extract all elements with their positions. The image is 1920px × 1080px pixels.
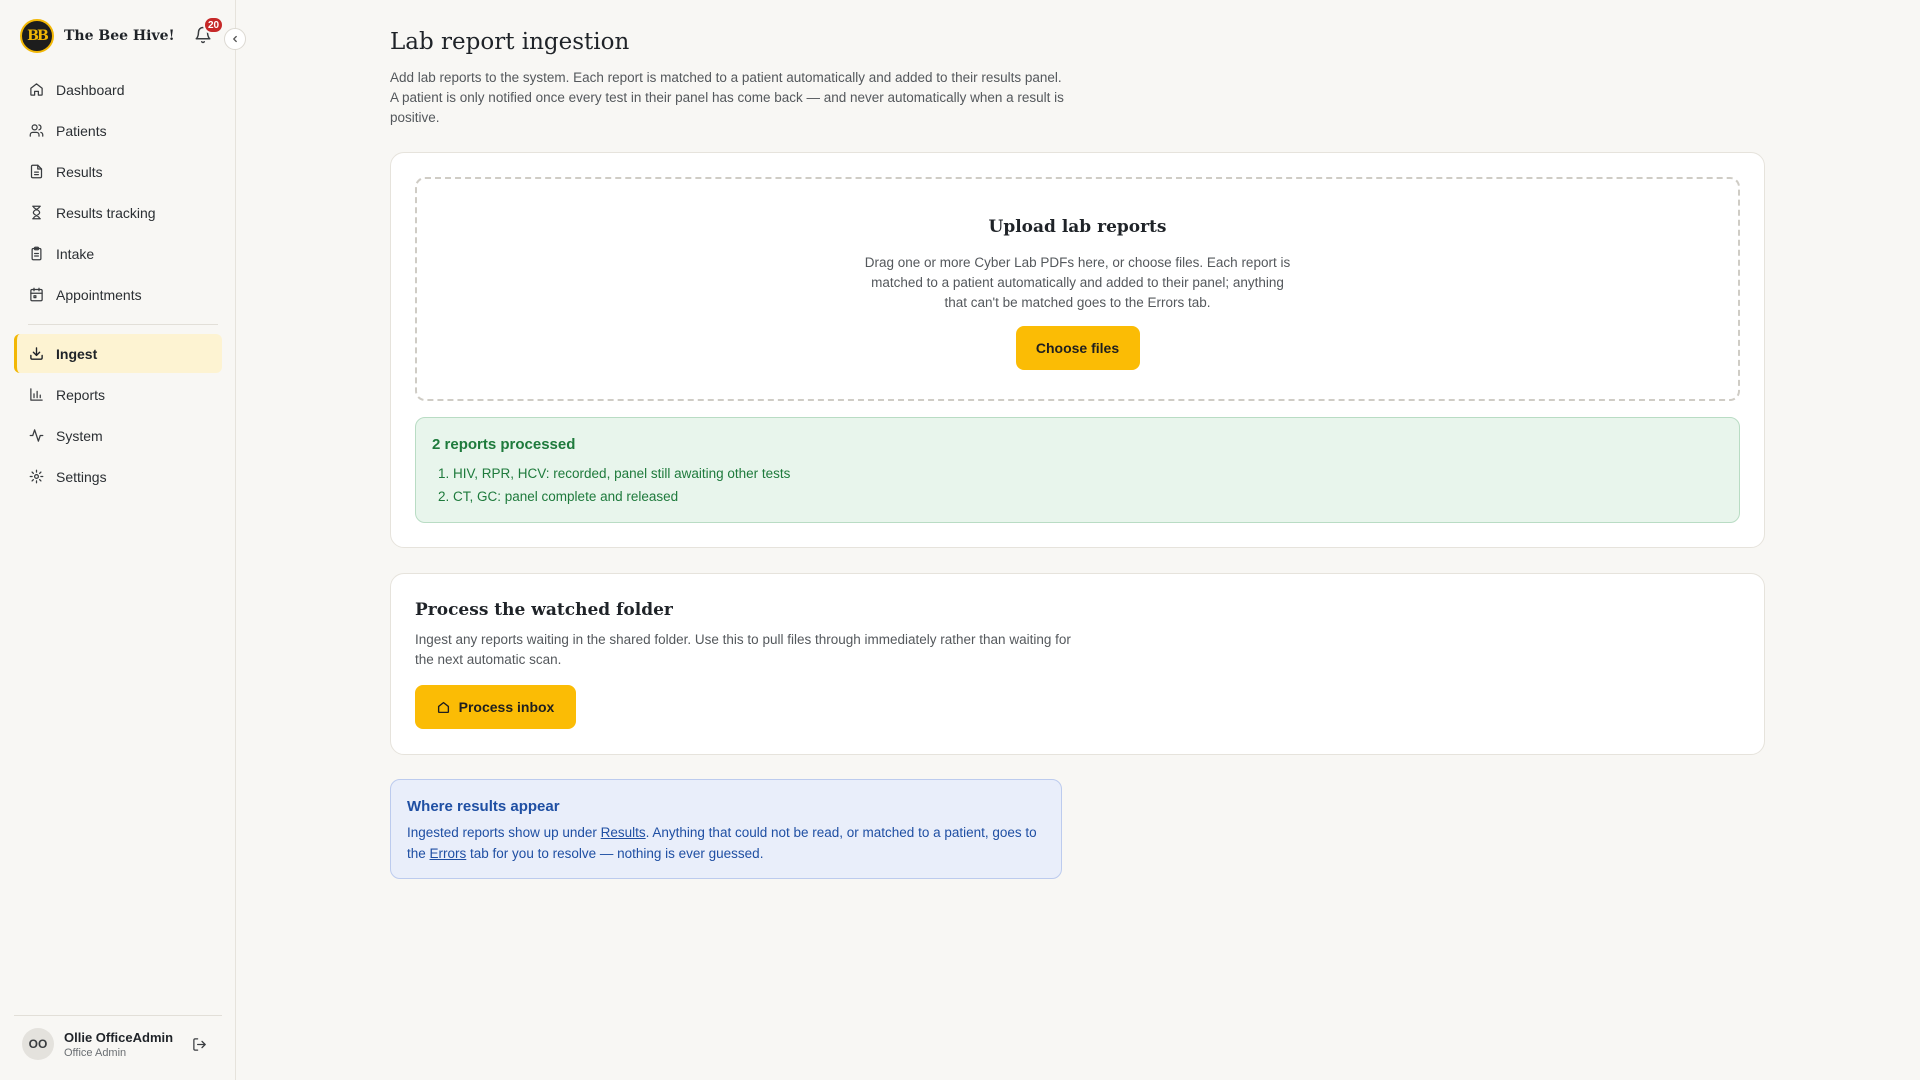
- processed-success-alert: 2 reports processed 1. HIV, RPR, HCV: re…: [415, 417, 1740, 523]
- sidebar-item-reports[interactable]: Reports: [14, 375, 222, 414]
- user-profile: OO Ollie OfficeAdmin Office Admin: [14, 1015, 222, 1060]
- upload-title: Upload lab reports: [988, 217, 1167, 237]
- folder-description: Ingest any reports waiting in the shared…: [415, 632, 1071, 667]
- logout-icon[interactable]: [190, 1035, 208, 1053]
- avatar[interactable]: OO: [22, 1028, 54, 1060]
- sidebar-item-intake[interactable]: Intake: [14, 234, 222, 273]
- sidebar-item-results[interactable]: Results: [14, 152, 222, 191]
- app-name: The Bee Hive!: [64, 28, 175, 44]
- sidebar-item-settings[interactable]: Settings: [14, 457, 222, 496]
- sidebar-item-label: Settings: [56, 468, 107, 485]
- sidebar-item-results-tracking[interactable]: Results tracking: [14, 193, 222, 232]
- users-icon: [28, 123, 44, 139]
- bar-chart-icon: [28, 387, 44, 403]
- sidebar-item-appointments[interactable]: Appointments: [14, 275, 222, 314]
- sidebar-item-patients[interactable]: Patients: [14, 111, 222, 150]
- process-inbox-label: Process inbox: [458, 699, 555, 715]
- page-description: Add lab reports to the system. Each repo…: [390, 70, 1064, 125]
- user-role: Office Admin: [64, 1046, 127, 1059]
- sidebar-item-system[interactable]: System: [14, 416, 222, 455]
- home-icon: [28, 82, 44, 98]
- sidebar-item-label: Appointments: [56, 286, 142, 303]
- sidebar-item-label: System: [56, 427, 103, 444]
- sidebar: BB The Bee Hive! 20 Dashboard Patients R…: [0, 0, 246, 1080]
- processed-title: 2 reports processed: [432, 436, 576, 453]
- upload-instructions: Drag one or more Cyber Lab PDFs here, or…: [864, 255, 1291, 310]
- file-dropzone[interactable]: Upload lab reports Drag one or more Cybe…: [415, 177, 1740, 401]
- folder-title: Process the watched folder: [415, 600, 673, 620]
- hourglass-icon: [28, 205, 44, 221]
- upload-card: Upload lab reports Drag one or more Cybe…: [390, 152, 1765, 548]
- notification-count-badge: 20: [203, 16, 225, 34]
- download-icon: [28, 346, 44, 362]
- file-icon: [28, 164, 44, 180]
- results-link[interactable]: Results: [601, 825, 646, 840]
- list-item: 1. HIV, RPR, HCV: recorded, panel still …: [438, 466, 791, 481]
- watched-folder-card: Process the watched folder Ingest any re…: [390, 573, 1765, 755]
- user-info: Ollie OfficeAdmin Office Admin: [64, 1030, 190, 1059]
- gear-icon: [28, 469, 44, 485]
- info-text-part: tab for you to resolve — nothing is ever…: [466, 846, 764, 861]
- nav-divider: [28, 324, 218, 325]
- sidebar-item-label: Dashboard: [56, 81, 125, 98]
- clipboard-icon: [28, 246, 44, 262]
- chevron-left-icon: [233, 35, 237, 43]
- calendar-icon: [28, 287, 44, 303]
- choose-files-button[interactable]: Choose files: [1015, 326, 1140, 370]
- activity-icon: [28, 428, 44, 444]
- inbox-icon: [437, 701, 449, 713]
- page-title: Lab report ingestion: [390, 29, 630, 55]
- list-item: 2. CT, GC: panel complete and released: [438, 489, 679, 504]
- info-title: Where results appear: [407, 798, 560, 815]
- sidebar-item-label: Results: [56, 163, 103, 180]
- errors-link[interactable]: Errors: [430, 846, 467, 861]
- user-name: Ollie OfficeAdmin: [64, 1029, 174, 1045]
- sidebar-item-label: Ingest: [56, 345, 98, 362]
- collapse-sidebar-button[interactable]: [224, 28, 246, 50]
- sidebar-nav: Dashboard Patients Results Results track…: [14, 70, 222, 498]
- sidebar-item-dashboard[interactable]: Dashboard: [14, 70, 222, 109]
- bee-logo: BB: [20, 19, 54, 53]
- sidebar-item-label: Results tracking: [56, 204, 156, 221]
- process-inbox-button[interactable]: Process inbox: [415, 685, 576, 729]
- sidebar-item-label: Reports: [56, 386, 106, 403]
- info-text-part: Ingested reports show up under: [407, 825, 601, 840]
- info-text: Ingested reports show up under Results. …: [407, 822, 1045, 864]
- sidebar-item-label: Patients: [56, 122, 107, 139]
- processed-list: 1. HIV, RPR, HCV: recorded, panel still …: [432, 462, 1723, 508]
- results-info-alert: Where results appear Ingested reports sh…: [390, 779, 1062, 879]
- sidebar-item-ingest[interactable]: Ingest: [14, 334, 222, 373]
- brand[interactable]: BB The Bee Hive!: [20, 19, 175, 53]
- sidebar-item-label: Intake: [56, 245, 95, 262]
